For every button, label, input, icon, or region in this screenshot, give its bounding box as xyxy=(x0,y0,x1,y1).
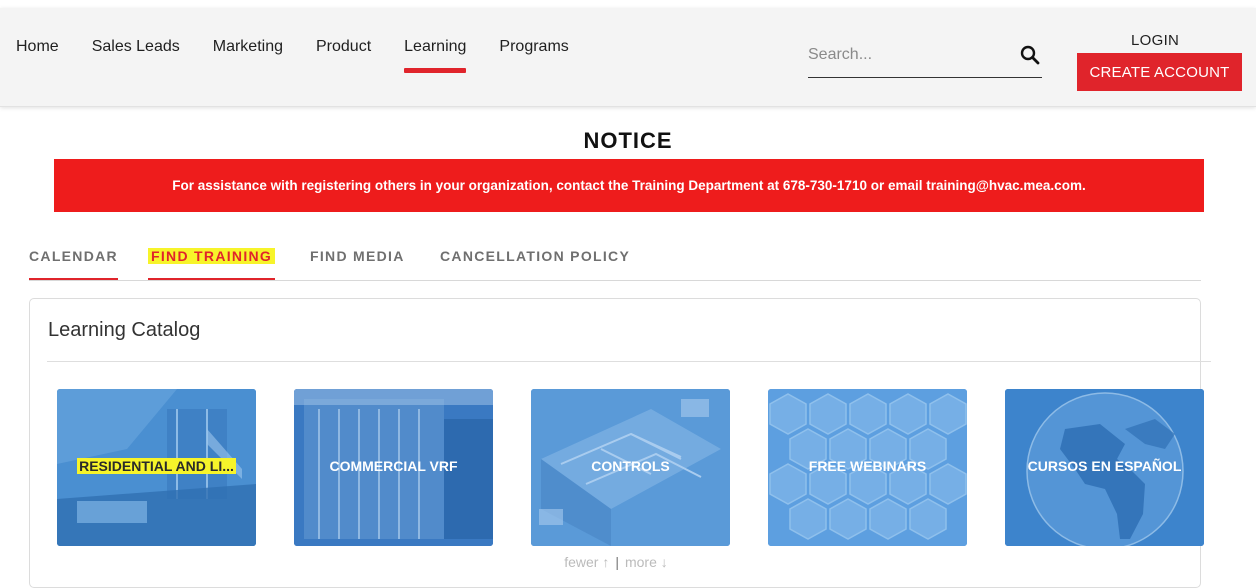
catalog-card-free-webinars[interactable]: FREE WEBINARS xyxy=(768,389,967,546)
catalog-card-cursos-espanol[interactable]: CURSOS EN ESPAÑOL xyxy=(1005,389,1204,546)
catalog-divider xyxy=(47,361,1211,362)
notice-banner: For assistance with registering others i… xyxy=(54,159,1204,212)
card-label-free-webinars: FREE WEBINARS xyxy=(808,458,927,474)
card-label-controls: CONTROLS xyxy=(591,458,670,474)
notice-message: For assistance with registering others i… xyxy=(172,178,1086,193)
nav-item-home[interactable]: Home xyxy=(16,38,59,56)
search-input[interactable] xyxy=(808,42,1004,68)
search-box xyxy=(808,36,1042,78)
search-icon[interactable] xyxy=(1020,45,1040,65)
more-link[interactable]: more ↓ xyxy=(625,554,668,570)
catalog-card-residential[interactable]: RESIDENTIAL AND LI... xyxy=(57,389,256,546)
catalog-card-commercial-vrf[interactable]: COMMERCIAL VRF xyxy=(294,389,493,546)
tab-find-media[interactable]: FIND MEDIA xyxy=(310,248,405,264)
card-label-cursos-espanol: CURSOS EN ESPAÑOL xyxy=(1027,458,1182,474)
notice-title: NOTICE xyxy=(583,128,673,153)
learning-catalog: Learning Catalog RESIDENTIAL AND LI... C… xyxy=(29,298,1211,588)
nav-item-programs[interactable]: Programs xyxy=(499,38,568,56)
catalog-pager: fewer ↑ | more ↓ xyxy=(30,554,1202,570)
tab-cancellation-policy[interactable]: CANCELLATION POLICY xyxy=(440,248,630,264)
catalog-title: Learning Catalog xyxy=(48,319,201,341)
tab-calendar[interactable]: CALENDAR xyxy=(29,248,118,280)
site-header: Home Sales Leads Marketing Product Learn… xyxy=(0,8,1256,107)
fewer-link[interactable]: fewer ↑ xyxy=(564,554,609,570)
tab-find-training[interactable]: FIND TRAINING xyxy=(148,248,276,280)
card-label-commercial-vrf: COMMERCIAL VRF xyxy=(329,458,458,474)
nav-item-marketing[interactable]: Marketing xyxy=(213,38,283,56)
nav-item-product[interactable]: Product xyxy=(316,38,371,56)
nav-item-sales-leads[interactable]: Sales Leads xyxy=(92,38,180,56)
learning-tabs: CALENDAR FIND TRAINING FIND MEDIA CANCEL… xyxy=(29,248,1201,281)
pager-separator: | xyxy=(615,554,619,570)
nav-item-learning[interactable]: Learning xyxy=(404,38,467,73)
login-link[interactable]: LOGIN xyxy=(1131,32,1179,49)
main-nav: Home Sales Leads Marketing Product Learn… xyxy=(16,38,602,73)
create-account-button[interactable]: CREATE ACCOUNT xyxy=(1077,53,1242,91)
card-label-residential: RESIDENTIAL AND LI... xyxy=(77,458,236,474)
tab-find-training-label: FIND TRAINING xyxy=(148,248,276,264)
catalog-card-controls[interactable]: CONTROLS xyxy=(531,389,730,546)
